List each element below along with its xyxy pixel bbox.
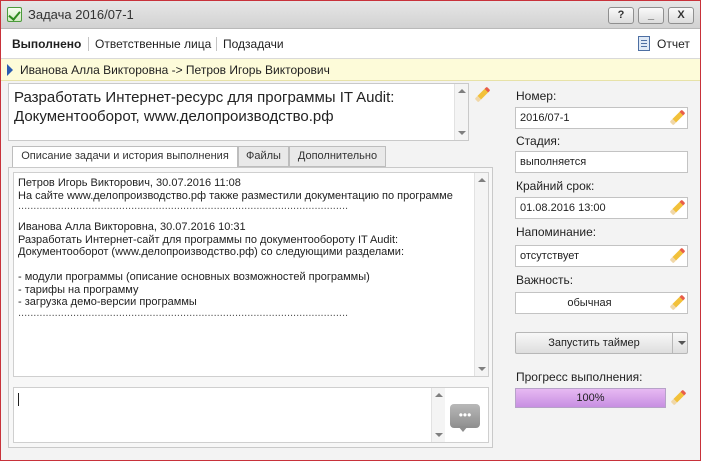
- comment-input[interactable]: •••: [13, 387, 489, 443]
- entry-bullet: - модули программы (описание основных во…: [18, 271, 370, 283]
- subtasks-button[interactable]: Подзадачи: [223, 37, 284, 51]
- done-button[interactable]: Выполнено: [12, 37, 81, 51]
- task-window: Задача 2016/07-1 ? _ X Выполнено Ответст…: [0, 0, 701, 461]
- scroll-down-icon[interactable]: [435, 433, 443, 437]
- send-dots: •••: [458, 408, 472, 422]
- entry-separator: ........................................…: [18, 200, 349, 212]
- edit-progress-pencil-icon[interactable]: [670, 390, 686, 406]
- entry-text: Документооборот (www.делопроизводство.рф…: [18, 246, 405, 258]
- history-text-area[interactable]: Петров Игорь Викторович, 30.07.2016 11:0…: [13, 172, 489, 377]
- report-icon[interactable]: [638, 36, 650, 51]
- chevron-down-icon[interactable]: [678, 341, 686, 345]
- reminder-value: отсутствует: [520, 250, 580, 262]
- history-entry: Иванова Алла Викторовна, 30.07.2016 10:3…: [18, 221, 473, 319]
- scroll-down-icon[interactable]: [458, 131, 466, 135]
- edit-importance-pencil-icon[interactable]: [669, 295, 685, 311]
- entry-separator: ........................................…: [18, 306, 349, 319]
- text-caret: [18, 393, 19, 406]
- edit-deadline-pencil-icon[interactable]: [669, 200, 685, 216]
- reminder-field[interactable]: отсутствует: [515, 245, 688, 267]
- assignment-bar: Иванова Алла Викторовна -> Петров Игорь …: [1, 59, 700, 81]
- deadline-field[interactable]: 01.08.2016 13:00: [515, 197, 688, 219]
- deadline-value: 01.08.2016 13:00: [520, 202, 606, 214]
- scroll-up-icon[interactable]: [458, 89, 466, 93]
- speech-bubble-icon[interactable]: •••: [450, 404, 480, 432]
- tab-description-history[interactable]: Описание задачи и история выполнения: [12, 146, 238, 168]
- subject-text: Разработать Интернет-ресурс для программ…: [14, 89, 395, 125]
- history-panel: Петров Игорь Викторович, 30.07.2016 11:0…: [8, 167, 493, 448]
- start-timer-label: Запустить таймер: [548, 337, 640, 349]
- entry-header: Петров Игорь Викторович, 30.07.2016 11:0…: [18, 177, 241, 189]
- close-button[interactable]: X: [668, 7, 694, 24]
- stage-value: выполняется: [520, 156, 587, 168]
- scroll-up-icon[interactable]: [435, 393, 443, 397]
- importance-value: обычная: [567, 297, 612, 309]
- subject-field[interactable]: Разработать Интернет-ресурс для программ…: [8, 83, 469, 141]
- deadline-label: Крайний срок:: [516, 179, 595, 193]
- stage-label: Стадия:: [516, 134, 561, 148]
- timer-split-divider: [672, 333, 673, 353]
- minimize-button[interactable]: _: [638, 7, 664, 24]
- edit-number-pencil-icon[interactable]: [669, 110, 685, 126]
- responsible-button[interactable]: Ответственные лица: [95, 37, 211, 51]
- title-bar[interactable]: Задача 2016/07-1 ? _ X: [1, 1, 700, 29]
- toolbar: Выполнено Ответственные лица Подзадачи О…: [1, 29, 700, 59]
- subject-scrollbar[interactable]: [454, 84, 468, 140]
- importance-label: Важность:: [516, 273, 574, 287]
- history-scrollbar[interactable]: [474, 173, 488, 376]
- progress-value: 100%: [576, 392, 605, 404]
- window-title: Задача 2016/07-1: [28, 7, 134, 22]
- tab-additional[interactable]: Дополнительно: [289, 146, 386, 167]
- progress-bar: 100%: [515, 388, 666, 408]
- assignment-text: Иванова Алла Викторовна -> Петров Игорь …: [20, 63, 330, 77]
- toolbar-divider: [88, 37, 89, 51]
- scroll-down-icon[interactable]: [478, 367, 486, 371]
- task-checkbox-icon: [7, 7, 22, 22]
- history-entry: Петров Игорь Викторович, 30.07.2016 11:0…: [18, 177, 473, 212]
- progress-label: Прогресс выполнения:: [516, 370, 643, 384]
- importance-field[interactable]: обычная: [515, 292, 688, 314]
- stage-field[interactable]: выполняется: [515, 151, 688, 173]
- entry-bullet: - тарифы на программу: [18, 283, 139, 296]
- number-label: Номер:: [516, 89, 557, 103]
- entry-header: Иванова Алла Викторовна, 30.07.2016 10:3…: [18, 221, 246, 233]
- edit-reminder-pencil-icon[interactable]: [669, 248, 685, 264]
- reminder-label: Напоминание:: [516, 225, 597, 239]
- tab-files[interactable]: Файлы: [238, 146, 289, 167]
- number-value: 2016/07-1: [520, 112, 570, 124]
- number-field[interactable]: 2016/07-1: [515, 107, 688, 129]
- report-button[interactable]: Отчет: [657, 37, 690, 51]
- arrow-right-icon: [7, 64, 13, 76]
- start-timer-button[interactable]: Запустить таймер: [515, 332, 688, 354]
- help-button[interactable]: ?: [608, 7, 634, 24]
- toolbar-divider: [216, 37, 217, 51]
- entry-text: Разработать Интернет-сайт для программы …: [18, 233, 399, 246]
- comment-scrollbar[interactable]: [431, 388, 445, 442]
- scroll-up-icon[interactable]: [478, 178, 486, 182]
- edit-subject-pencil-icon[interactable]: [474, 87, 490, 103]
